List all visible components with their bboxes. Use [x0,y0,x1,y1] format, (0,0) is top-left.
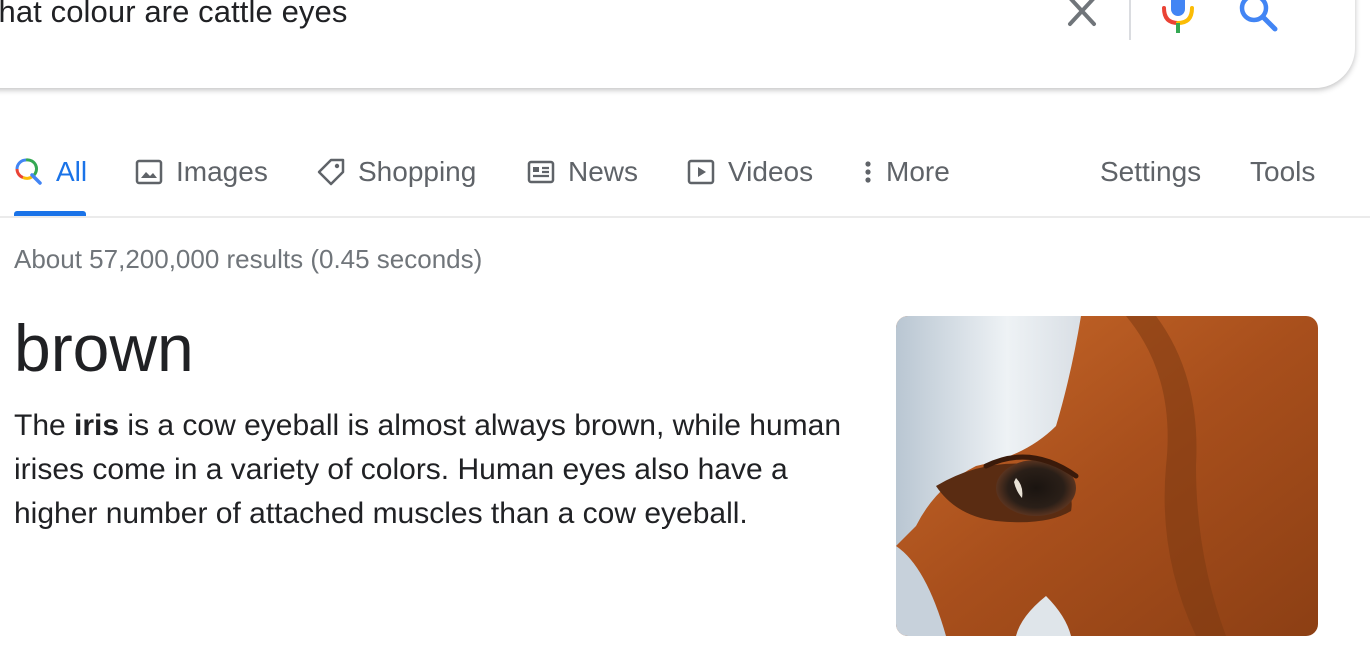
tab-more[interactable]: More [856,150,950,194]
clear-button[interactable] [1060,0,1104,32]
tab-videos-label: Videos [728,156,814,187]
search-divider [1129,0,1131,40]
tab-tools[interactable]: Tools [1250,150,1315,194]
featured-answer: brown [14,311,194,385]
tab-news[interactable]: News [526,150,638,194]
search-box [0,0,1355,88]
tab-images-label: Images [176,156,268,187]
more-vert-icon [865,161,871,183]
featured-image[interactable] [896,316,1318,636]
tab-videos[interactable]: Videos [686,150,813,194]
tag-icon [317,158,345,186]
search-icon [1239,0,1278,32]
voice-search-button[interactable] [1156,0,1200,38]
tab-all[interactable]: All [14,150,87,194]
tab-shopping-label: Shopping [358,156,477,187]
search-input[interactable] [0,0,1036,32]
tab-all-label: All [56,156,88,187]
play-icon [687,159,715,185]
search-button[interactable] [1234,0,1284,36]
result-stats: About 57,200,000 results (0.45 seconds) [14,244,483,274]
desc-text-bold: iris [74,409,120,442]
newspaper-icon [527,160,555,184]
tab-settings[interactable]: Settings [1100,150,1201,194]
search-tabs: All Images Shopping News Videos More Set… [0,140,1370,218]
close-icon [1068,0,1096,26]
search-icon [15,158,42,185]
tab-more-label: More [886,156,950,187]
tab-settings-label: Settings [1100,156,1202,187]
desc-text-before: The [14,409,75,442]
cow-eye-photo [896,316,1318,636]
tab-images[interactable]: Images [134,150,268,194]
microphone-icon [1162,0,1194,33]
tab-tools-label: Tools [1250,156,1316,187]
tabs-divider [0,216,1370,218]
tab-shopping[interactable]: Shopping [316,150,476,194]
image-icon [135,159,163,185]
desc-text-after: is a cow eyeball is almost always brown,… [14,409,842,530]
featured-description: The iris is a cow eyeball is almost alwa… [14,404,864,536]
tab-news-label: News [568,156,639,187]
